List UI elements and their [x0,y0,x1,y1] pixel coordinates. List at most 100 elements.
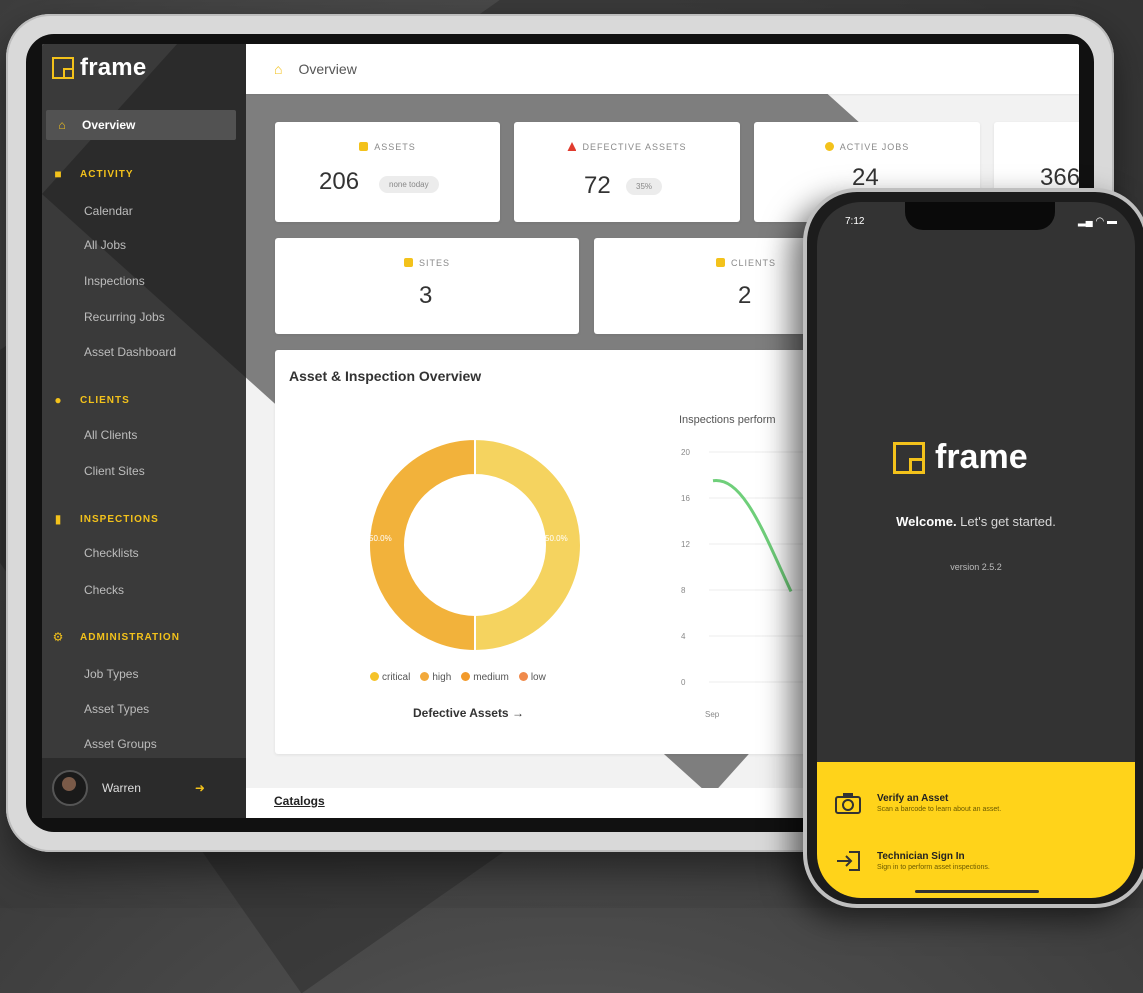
sidebar-item-client-sites[interactable]: Client Sites [84,464,145,478]
sidebar-item-inspections[interactable]: Inspections [84,274,145,288]
page-title: Overview [298,61,357,77]
donut-data-label-right: 50.0% [545,534,568,543]
stat-label-text: CLIENTS [730,258,776,268]
stat-value: 3 [419,282,433,309]
stat-label: ASSETS [275,142,500,152]
settings-icon: ⚙ [52,630,64,644]
catalogs-link[interactable]: Catalogs [274,794,325,808]
phone-notch [905,202,1055,230]
user-name: Warren [102,781,141,795]
sidebar-item-recurring-jobs[interactable]: Recurring Jobs [84,310,165,324]
action-title: Technician Sign In [877,851,965,862]
briefcase-icon: ■ [54,167,62,181]
y-axis-tick: 0 [681,678,686,687]
donut-data-label-left: 50.0% [369,534,392,543]
clipboard-icon: ▮ [54,512,62,526]
stat-label: ACTIVE JOBS [754,142,980,152]
stat-value: 206 [319,168,360,195]
line-chart-title: Inspections perform [679,414,776,426]
action-title: Verify an Asset [877,793,949,804]
legend-item-high[interactable]: high [420,672,451,683]
action-description: Scan a barcode to learn about an asset. [877,806,1002,813]
legend-item-low[interactable]: low [518,672,546,683]
frame-logo-icon [893,441,925,474]
section-label: INSPECTIONS [80,513,159,525]
y-axis-tick: 12 [681,540,690,549]
defective-assets-link[interactable]: Defective Assets → [413,706,524,720]
sidebar-item-all-clients[interactable]: All Clients [84,428,137,442]
x-axis-tick: Sep [705,710,720,719]
stat-card-assets[interactable]: ASSETS 206 none today [275,122,500,222]
donut-slice-critical[interactable] [474,437,582,653]
sign-in-icon [835,850,861,872]
stat-label: DEFECTIVE ASSETS [514,142,740,152]
phone-screen: 7:12 ▂▄ ◠ ▬ frame Welcome. Let's get sta… [817,202,1135,898]
brand-name: frame [80,54,147,81]
sidebar-item-calendar[interactable]: Calendar [84,204,133,218]
assets-icon [359,142,369,151]
stat-card-defective-assets[interactable]: DEFECTIVE ASSETS 72 35% [514,122,740,222]
sidebar: frame ⌂ Overview ■ ACTIVITY Calendar All… [42,44,246,818]
welcome-message: Welcome. Let's get started. [817,514,1135,529]
brand-name: frame [935,438,1028,476]
section-label: ADMINISTRATION [80,631,180,643]
donut-slice-high[interactable] [368,437,476,653]
stat-label-text: ASSETS [374,142,416,152]
stat-label-text: ACTIVE JOBS [839,142,910,152]
y-axis-tick: 8 [681,586,686,595]
clients-icon [715,258,725,267]
topbar: ⌂ Overview [246,44,1079,94]
app-version: version 2.5.2 [950,562,1002,572]
building-icon [403,258,413,267]
clock-icon [824,142,834,151]
action-description: Sign in to perform asset inspections. [877,864,990,871]
sidebar-item-checks[interactable]: Checks [84,583,124,597]
chart-legend: critical high medium low [370,672,546,683]
phone-device: 7:12 ▂▄ ◠ ▬ frame Welcome. Let's get sta… [803,188,1143,908]
legend-item-medium[interactable]: medium [461,672,509,683]
inspections-line-chart: 0 4 8 12 16 20 [681,448,819,687]
technician-sign-in-button[interactable]: Technician Sign In Sign in to perform as… [835,850,990,872]
stat-label-text: DEFECTIVE ASSETS [582,142,687,152]
sidebar-item-checklists[interactable]: Checklists [84,546,139,560]
sidebar-user-panel: Warren ➜ [42,758,246,818]
welcome-rest: Let's get started. [956,514,1056,529]
phone-brand-logo: frame [893,438,1028,477]
sidebar-item-asset-groups[interactable]: Asset Groups [84,737,157,751]
sidebar-section-inspections[interactable]: ▮ INSPECTIONS [52,513,159,525]
status-badge: none today [379,176,439,193]
section-label: ACTIVITY [80,168,134,180]
status-badge: 35% [626,178,663,195]
sidebar-section-clients[interactable]: ● CLIENTS [52,394,130,406]
stat-label-text: SITES [418,258,450,268]
sidebar-item-all-jobs[interactable]: All Jobs [84,238,126,252]
sidebar-item-asset-dashboard[interactable]: Asset Dashboard [84,345,176,359]
logout-icon[interactable]: ➜ [195,781,205,795]
brand-logo[interactable]: frame [52,54,146,82]
signal-wifi-battery-icon: ▂▄ ◠ ▬ [1077,216,1117,227]
sidebar-item-overview[interactable]: ⌂ Overview [46,110,236,140]
sidebar-section-administration[interactable]: ⚙ ADMINISTRATION [52,631,180,643]
home-indicator [915,890,1039,893]
sidebar-item-job-types[interactable]: Job Types [84,667,138,681]
avatar[interactable] [52,770,88,806]
warning-icon [567,142,577,151]
series-line[interactable] [712,479,793,593]
stat-card-sites[interactable]: SITES 3 [275,238,579,334]
home-icon[interactable]: ⌂ [274,61,282,77]
stat-label: SITES [275,258,579,268]
stat-value: 72 [584,172,611,199]
sidebar-item-label: Overview [82,118,136,132]
camera-icon [835,792,861,814]
legend-item-critical[interactable]: critical [370,672,410,683]
status-time: 7:12 [845,216,865,227]
welcome-bold: Welcome. [896,514,957,529]
users-icon: ● [54,393,62,407]
verify-asset-button[interactable]: Verify an Asset Scan a barcode to learn … [835,792,1001,814]
home-icon: ⌂ [58,118,66,132]
sidebar-item-asset-types[interactable]: Asset Types [84,702,149,716]
section-label: CLIENTS [80,394,130,406]
section-title: Asset & Inspection Overview [289,368,482,384]
defective-assets-donut-chart [368,437,582,653]
sidebar-section-activity[interactable]: ■ ACTIVITY [52,168,134,180]
